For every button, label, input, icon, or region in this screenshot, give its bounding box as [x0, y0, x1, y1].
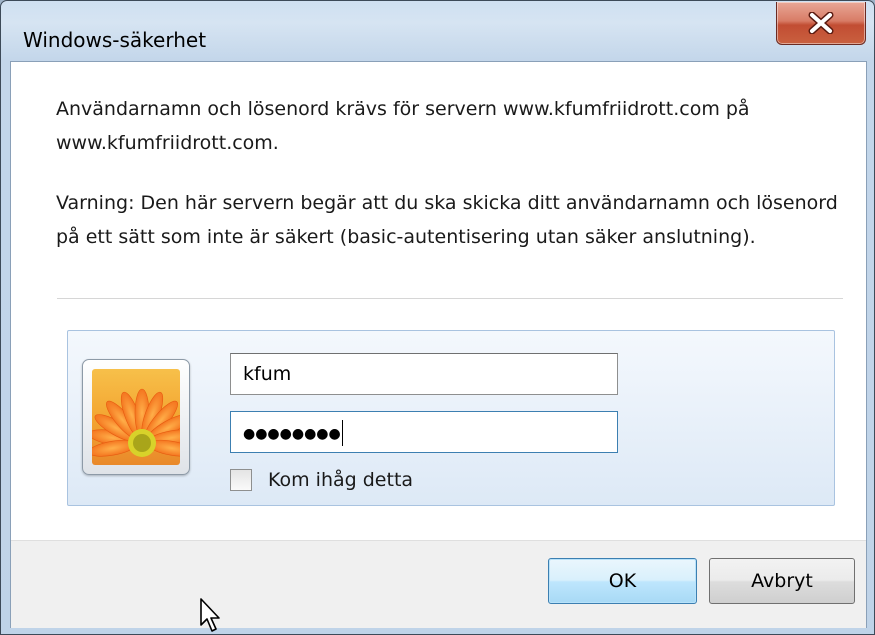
server-message: Användarnamn och lösenord krävs för serv…	[56, 98, 750, 154]
ok-button[interactable]: OK	[548, 558, 697, 604]
remember-checkbox[interactable]	[230, 469, 252, 491]
text-caret	[341, 419, 343, 446]
window-title: Windows-säkerhet	[23, 28, 207, 52]
remember-option[interactable]: Kom ihåg detta	[230, 466, 413, 494]
username-field[interactable]: kfum	[230, 353, 618, 395]
separator	[57, 298, 843, 299]
cancel-button[interactable]: Avbryt	[709, 558, 855, 604]
remember-label[interactable]: Kom ihåg detta	[268, 469, 413, 491]
warning-message: Varning: Den här servern begär att du sk…	[56, 192, 838, 248]
mouse-pointer-icon	[200, 598, 220, 632]
title-bar[interactable]: Windows-säkerhet	[1, 1, 874, 61]
credential-panel: kfum ●●●●●●●● Kom ihåg detta	[67, 330, 835, 506]
password-field[interactable]: ●●●●●●●●	[230, 411, 618, 453]
security-dialog: Windows-säkerhet Användarnamn och löseno…	[0, 0, 875, 635]
close-icon	[808, 12, 834, 34]
user-avatar-flower-icon	[92, 369, 180, 465]
close-button[interactable]	[776, 2, 866, 45]
avatar	[82, 359, 190, 475]
username-value: kfum	[243, 363, 292, 385]
button-bar: OK Avbryt	[11, 540, 866, 628]
password-value: ●●●●●●●●	[243, 426, 341, 442]
dialog-body: Användarnamn och lösenord krävs för serv…	[10, 61, 867, 628]
